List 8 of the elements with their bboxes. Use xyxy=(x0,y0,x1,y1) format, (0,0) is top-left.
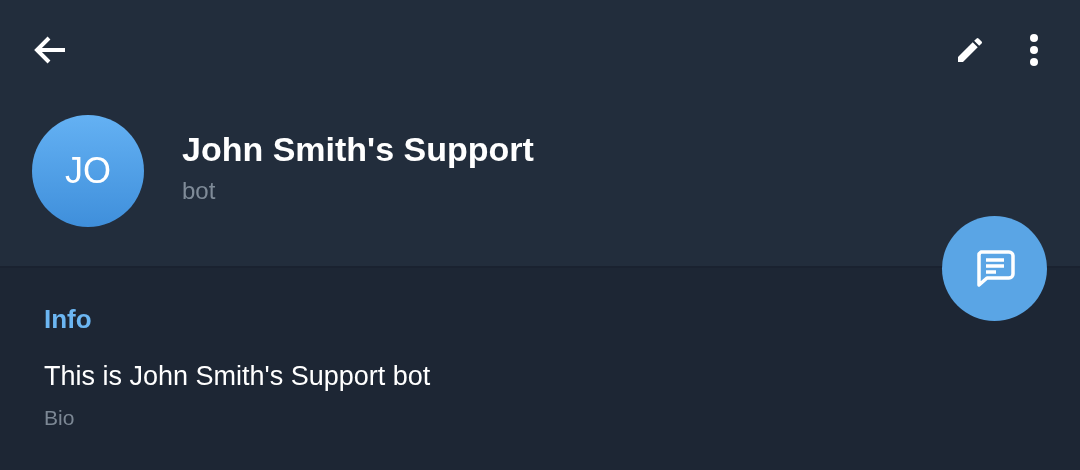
profile-status: bot xyxy=(182,176,217,205)
avatar: JO xyxy=(32,115,144,227)
menu-icon xyxy=(1029,34,1039,66)
profile-name: John Smith's Support xyxy=(182,129,534,169)
back-arrow-icon xyxy=(33,35,67,65)
section-title: Info xyxy=(44,304,93,335)
field-value: This is John Smith's Support bot xyxy=(44,361,432,392)
field-label: Bio xyxy=(44,406,76,430)
